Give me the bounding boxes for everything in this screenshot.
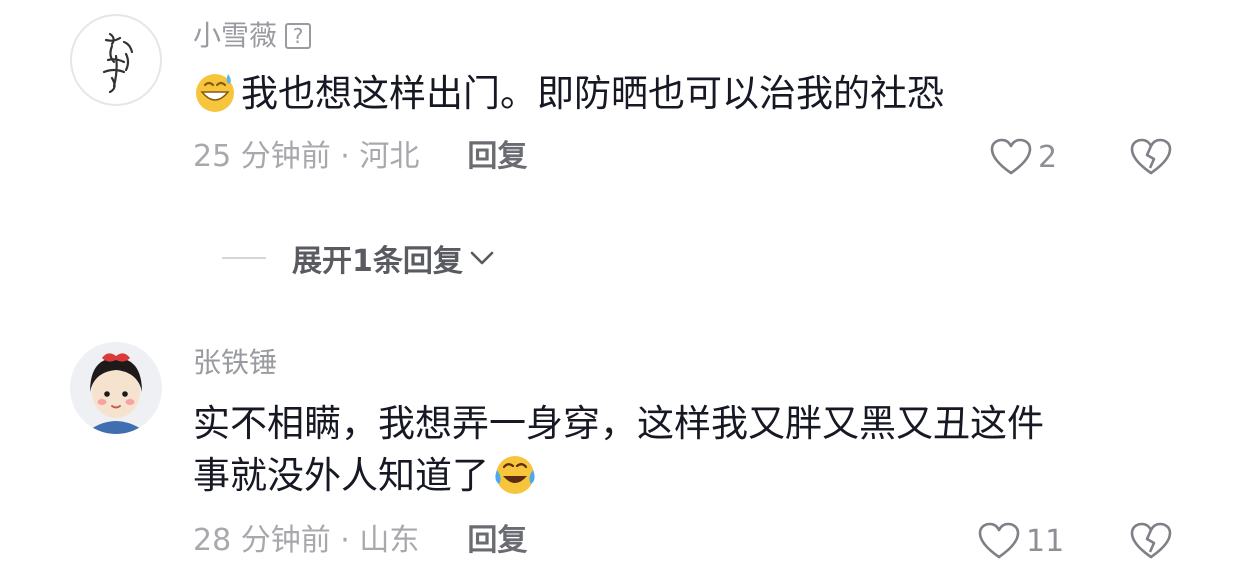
reply-button[interactable]: 回复	[467, 526, 527, 556]
comment-text-line-2: 事就没外人知道了	[193, 450, 1183, 502]
comment-username[interactable]: 张铁锤	[193, 349, 277, 377]
comment-text: 我也想这样出门。即防晒也可以治我的社恐	[193, 68, 1183, 120]
question-badge-icon: ?	[285, 23, 312, 49]
grin-sweat-emoji-icon	[196, 74, 234, 112]
username-text: 小雪薇	[193, 19, 278, 52]
comment-text-content: 我也想这样出门。即防晒也可以治我的社恐	[241, 72, 944, 115]
cartoon-girl-avatar-icon	[70, 342, 162, 434]
heart-icon	[990, 138, 1032, 175]
reply-button[interactable]: 回复	[467, 142, 527, 172]
calligraphy-avatar-icon	[102, 32, 134, 94]
broken-heart-icon	[1130, 138, 1172, 175]
heart-icon	[978, 522, 1020, 559]
expand-replies-button[interactable]: 展开1条回复	[222, 236, 495, 280]
comment-username[interactable]: 小雪薇 ?	[193, 19, 312, 52]
like-button[interactable]: 11	[978, 522, 1064, 560]
dislike-button[interactable]	[1130, 138, 1172, 180]
comment-meta: 25 分钟前 · 河北 回复	[193, 142, 527, 172]
broken-heart-icon	[1130, 522, 1172, 559]
like-count: 11	[1026, 523, 1065, 559]
chevron-down-icon	[470, 251, 494, 265]
expand-replies-label: 展开1条回复	[292, 244, 463, 279]
comment-text-content: 事就没外人知道了	[193, 454, 489, 497]
like-button[interactable]: 2	[990, 138, 1057, 176]
comment-text-line: 实不相瞒，我想弄一身穿，这样我又胖又黑又丑这件	[193, 402, 1044, 445]
comment-text: 实不相瞒，我想弄一身穿，这样我又胖又黑又丑这件 事就没外人知道了	[193, 398, 1183, 502]
comment-meta: 28 分钟前 · 山东 回复	[193, 526, 527, 556]
like-count: 2	[1038, 139, 1058, 175]
divider-line	[222, 257, 266, 259]
username-text: 张铁锤	[193, 346, 278, 379]
comment-time-location: 25 分钟前 · 河北	[193, 139, 420, 174]
comment-time-location: 28 分钟前 · 山东	[193, 523, 420, 558]
dislike-button[interactable]	[1130, 522, 1172, 564]
avatar[interactable]	[70, 14, 162, 106]
laugh-cry-emoji-icon	[495, 456, 535, 494]
avatar[interactable]	[70, 342, 162, 434]
